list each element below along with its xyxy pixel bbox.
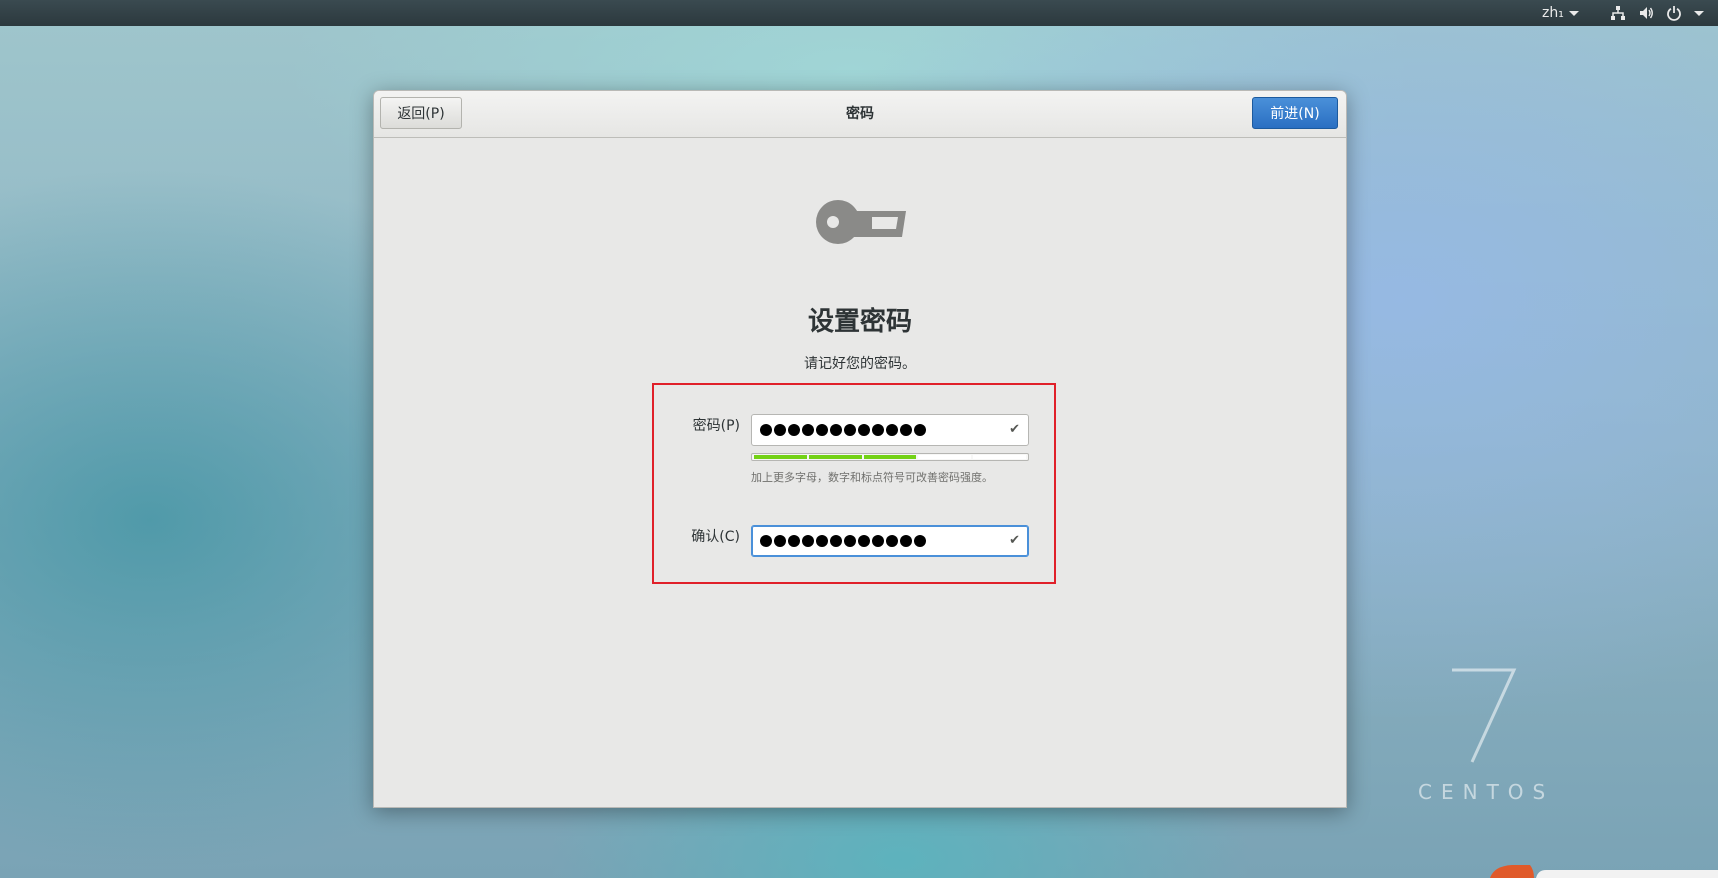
mask-dot — [760, 424, 772, 436]
checkmark-icon: ✔ — [1009, 533, 1020, 548]
mask-dot — [858, 535, 870, 547]
mask-dot — [788, 424, 800, 436]
centos-seven-numeral — [1452, 668, 1517, 763]
strength-segment — [808, 455, 862, 459]
dialog-title: 密码 — [846, 106, 874, 122]
mask-dot — [774, 424, 786, 436]
mask-dot — [788, 535, 800, 547]
power-icon — [1667, 6, 1681, 21]
strength-segment — [918, 455, 972, 459]
network-icon — [1611, 6, 1625, 20]
mask-dot — [886, 424, 898, 436]
next-button[interactable]: 前进(N) — [1252, 97, 1338, 129]
password-dots — [760, 420, 926, 440]
top-bar: zh₁ — [0, 0, 1718, 26]
mask-dot — [802, 424, 814, 436]
mask-dot — [830, 424, 842, 436]
mask-dot — [886, 535, 898, 547]
mask-dot — [816, 424, 828, 436]
chevron-down-icon — [1694, 10, 1704, 16]
language-indicator[interactable]: zh₁ — [1542, 4, 1579, 22]
system-menu[interactable] — [1610, 3, 1704, 23]
mask-dot — [844, 424, 856, 436]
back-button[interactable]: 返回(P) — [380, 97, 462, 129]
volume-icon — [1640, 7, 1653, 19]
page-heading: 设置密码 — [807, 307, 912, 337]
password-dialog: 返回(P) 密码 前进(N) 设置密码 请记好您的密码。 密码(P) ✔ 加上更… — [373, 90, 1347, 808]
password-strength-bar — [751, 453, 1029, 461]
password-label: 密码(P) — [692, 418, 740, 434]
mask-dot — [900, 535, 912, 547]
corner-app-icon — [1490, 865, 1718, 878]
mask-dot — [914, 535, 926, 547]
confirm-label: 确认(C) — [691, 529, 740, 545]
strength-segment — [863, 455, 917, 459]
mask-dot — [872, 424, 884, 436]
mask-dot — [760, 535, 772, 547]
mask-dot — [774, 535, 786, 547]
mask-dot — [900, 424, 912, 436]
mask-dot — [914, 424, 926, 436]
language-label: zh₁ — [1542, 5, 1564, 21]
centos-wordmark: CENTOS — [1418, 780, 1555, 804]
strength-segment — [754, 455, 807, 459]
mask-dot — [844, 535, 856, 547]
password-field[interactable]: ✔ — [751, 414, 1029, 446]
confirm-dots — [760, 531, 926, 551]
strength-segment — [973, 455, 1026, 459]
password-hint: 加上更多字母，数字和标点符号可改善密码强度。 — [751, 471, 993, 484]
mask-dot — [858, 424, 870, 436]
header-bar: 返回(P) 密码 前进(N) — [374, 91, 1346, 138]
checkmark-icon: ✔ — [1009, 422, 1020, 437]
confirm-field[interactable]: ✔ — [751, 525, 1029, 557]
mask-dot — [872, 535, 884, 547]
page-subtitle: 请记好您的密码。 — [804, 356, 916, 372]
chevron-down-icon — [1568, 10, 1579, 16]
mask-dot — [830, 535, 842, 547]
mask-dot — [816, 535, 828, 547]
mask-dot — [802, 535, 814, 547]
key-icon — [816, 200, 906, 244]
